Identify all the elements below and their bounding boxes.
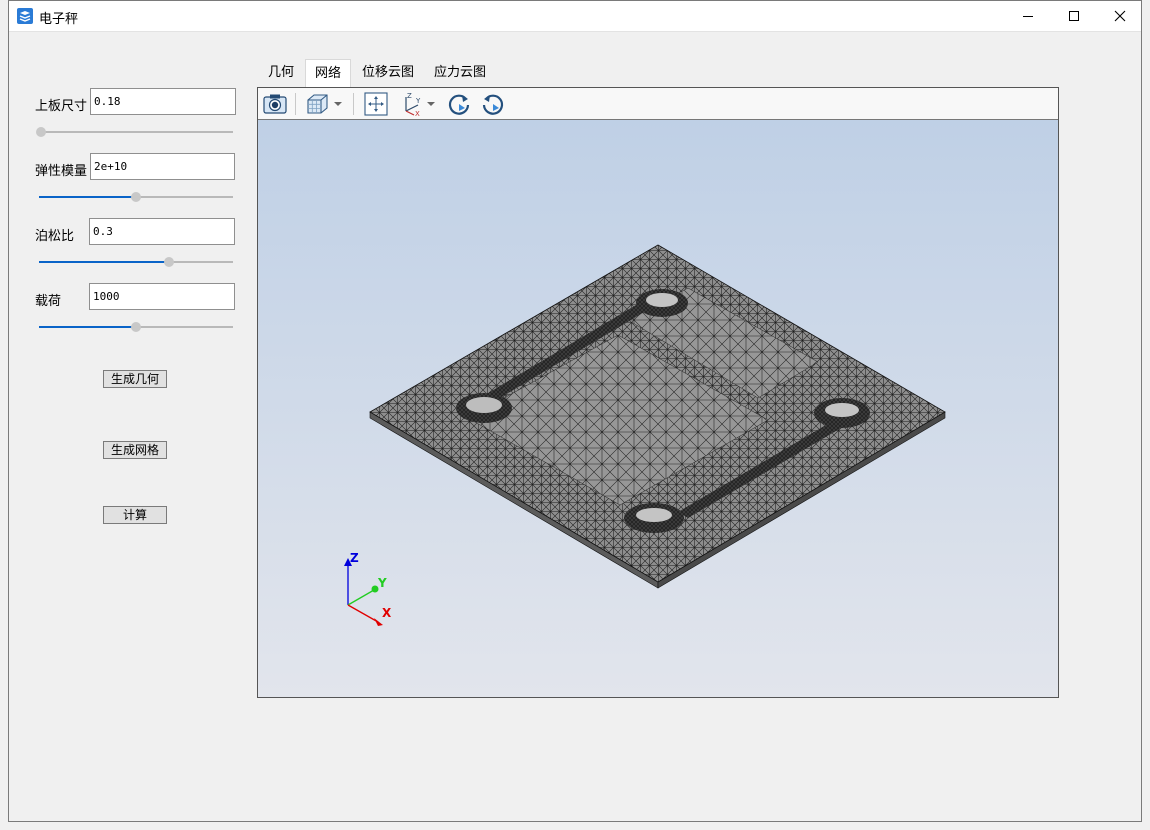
title-bar: 电子秤 bbox=[9, 1, 1141, 32]
viewer-panel: Z Y X Z Y X bbox=[257, 87, 1059, 698]
maximize-icon bbox=[1069, 11, 1079, 21]
close-icon bbox=[1114, 10, 1126, 22]
app-icon bbox=[17, 8, 33, 24]
viewer-toolbar: Z Y X bbox=[258, 88, 1058, 120]
3d-viewport[interactable]: Z Y X bbox=[258, 120, 1058, 697]
svg-text:X: X bbox=[415, 110, 420, 117]
axis-label-z: Z bbox=[350, 551, 359, 565]
param-label-poisson-ratio: 泊松比 bbox=[35, 229, 75, 244]
generate-mesh-button[interactable]: 生成网格 bbox=[103, 441, 167, 459]
close-button[interactable] bbox=[1097, 1, 1143, 31]
rotate-cw-icon[interactable] bbox=[446, 91, 472, 117]
camera-icon[interactable] bbox=[262, 91, 288, 117]
plate-size-input[interactable]: 0.18 bbox=[90, 88, 236, 115]
maximize-button[interactable] bbox=[1051, 1, 1097, 31]
tab-stress[interactable]: 应力云图 bbox=[426, 59, 494, 87]
window-title: 电子秤 bbox=[39, 12, 79, 27]
main-window: 电子秤 上板尺寸 0.18 弹性模量 2e+10 泊松比 0.3 载荷 1000… bbox=[8, 0, 1142, 822]
poisson-ratio-input[interactable]: 0.3 bbox=[89, 218, 235, 245]
load-input[interactable]: 1000 bbox=[89, 283, 235, 310]
axis-label-y: Y bbox=[377, 576, 387, 590]
slider-thumb[interactable] bbox=[131, 322, 141, 332]
param-label-elastic-modulus: 弹性模量 bbox=[35, 164, 88, 179]
poisson-ratio-slider[interactable] bbox=[39, 256, 233, 268]
dropdown-arrow-icon[interactable] bbox=[332, 91, 344, 117]
compute-button[interactable]: 计算 bbox=[103, 506, 167, 524]
param-label-load: 载荷 bbox=[35, 294, 62, 309]
svg-text:Z: Z bbox=[407, 92, 412, 100]
generate-geometry-button[interactable]: 生成几何 bbox=[103, 370, 167, 388]
tab-displacement[interactable]: 位移云图 bbox=[354, 59, 422, 87]
slider-thumb[interactable] bbox=[131, 192, 141, 202]
tab-geometry[interactable]: 几何 bbox=[259, 59, 303, 87]
tab-mesh[interactable]: 网络 bbox=[305, 59, 351, 87]
fit-view-icon[interactable] bbox=[363, 91, 389, 117]
load-slider[interactable] bbox=[39, 321, 233, 333]
svg-text:Y: Y bbox=[415, 97, 421, 105]
axes-icon[interactable]: Z Y X bbox=[398, 91, 424, 117]
minimize-icon bbox=[1023, 16, 1033, 17]
axis-triad: Z Y X bbox=[344, 551, 392, 626]
slider-thumb[interactable] bbox=[164, 257, 174, 267]
rotate-ccw-icon[interactable] bbox=[480, 91, 506, 117]
slider-thumb[interactable] bbox=[36, 127, 46, 137]
param-label-plate-size: 上板尺寸 bbox=[35, 99, 88, 114]
elastic-modulus-slider[interactable] bbox=[39, 191, 233, 203]
elastic-modulus-input[interactable]: 2e+10 bbox=[90, 153, 235, 180]
minimize-button[interactable] bbox=[1005, 1, 1051, 31]
view-cube-icon[interactable] bbox=[304, 91, 330, 117]
axis-label-x: X bbox=[382, 606, 392, 620]
dropdown-arrow-icon[interactable] bbox=[425, 91, 437, 117]
plate-size-slider[interactable] bbox=[36, 126, 233, 138]
